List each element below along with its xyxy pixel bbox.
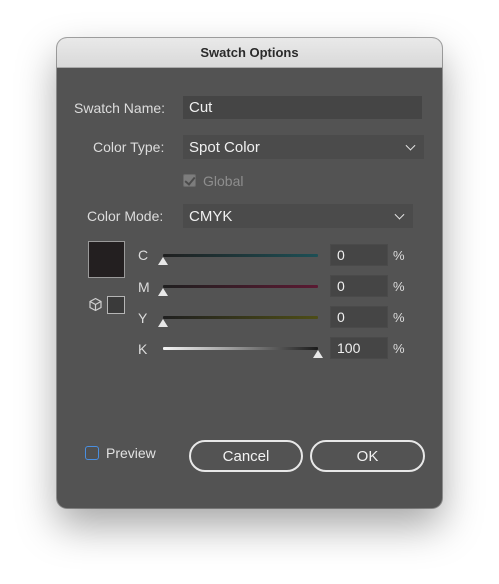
cyan-value-input[interactable]: 0 [330, 244, 388, 266]
color-mode-label: Color Mode: [87, 208, 164, 224]
yellow-value: 0 [337, 309, 345, 325]
yellow-slider-thumb[interactable] [158, 319, 168, 327]
swatch-name-value: Cut [189, 99, 213, 116]
cyan-unit: % [393, 248, 405, 263]
black-value: 100 [337, 340, 361, 356]
black-slider-thumb[interactable] [313, 350, 323, 358]
swatch-name-input[interactable]: Cut [183, 96, 422, 119]
cyan-value: 0 [337, 247, 345, 263]
yellow-value-input[interactable]: 0 [330, 306, 388, 328]
magenta-value: 0 [337, 278, 345, 294]
ok-button[interactable]: OK [310, 440, 425, 472]
color-type-select[interactable]: Spot Color [183, 135, 424, 159]
magenta-slider-thumb[interactable] [158, 288, 168, 296]
web-safe-color-swatch[interactable] [107, 296, 125, 314]
black-unit: % [393, 341, 405, 356]
cyan-label: C [138, 247, 149, 263]
color-mode-value: CMYK [189, 207, 233, 225]
preview-checkbox[interactable] [85, 446, 99, 460]
global-label: Global [203, 173, 244, 189]
magenta-label: M [138, 279, 150, 295]
cancel-button[interactable]: Cancel [189, 440, 303, 472]
magenta-value-input[interactable]: 0 [330, 275, 388, 297]
swatch-options-dialog: Swatch Options Swatch Name: Cut Color Ty… [57, 38, 442, 508]
global-checkbox[interactable] [183, 174, 196, 187]
color-mode-select[interactable]: CMYK [183, 204, 413, 228]
chevron-down-icon [405, 140, 416, 151]
cyan-slider-track[interactable] [163, 254, 318, 257]
magenta-slider-track[interactable] [163, 285, 318, 288]
color-preview-swatch [88, 241, 125, 278]
black-slider-track[interactable] [163, 347, 318, 350]
yellow-slider-track[interactable] [163, 316, 318, 319]
chevron-down-icon [394, 209, 405, 220]
swatch-name-label: Swatch Name: [74, 100, 166, 116]
color-type-value: Spot Color [189, 138, 260, 156]
yellow-unit: % [393, 310, 405, 325]
black-value-input[interactable]: 100 [330, 337, 388, 359]
out-of-web-color-cube-icon[interactable] [88, 297, 103, 312]
magenta-unit: % [393, 279, 405, 294]
dialog-title: Swatch Options [57, 38, 442, 68]
preview-label: Preview [106, 445, 156, 461]
yellow-label: Y [138, 310, 148, 326]
cyan-slider-thumb[interactable] [158, 257, 168, 265]
black-label: K [138, 341, 148, 357]
color-type-label: Color Type: [93, 139, 165, 155]
